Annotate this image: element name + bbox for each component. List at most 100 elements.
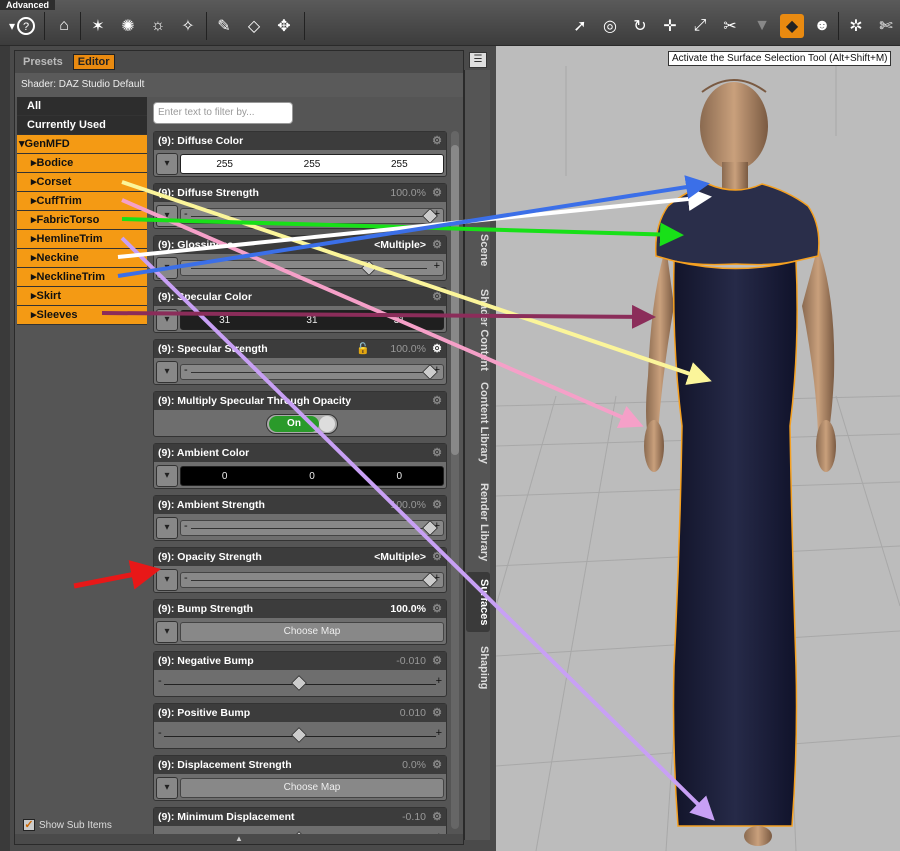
property-value[interactable]: 100.0% — [390, 184, 426, 202]
tab-surfaces[interactable]: Surfaces — [466, 572, 490, 632]
figure-icon[interactable]: ☻ — [810, 14, 834, 38]
slider-knob[interactable] — [361, 260, 377, 276]
select-icon[interactable]: ➚ — [568, 14, 592, 38]
map-dropdown-button[interactable]: ▾ — [156, 621, 178, 643]
color-channel-value[interactable]: 31 — [356, 315, 443, 326]
property-value[interactable]: -0.10 — [402, 808, 426, 826]
value-slider[interactable]: -+ — [180, 520, 444, 536]
gear-icon[interactable]: ⚙ — [432, 392, 442, 410]
tree-item-currently-used[interactable]: Currently Used — [17, 116, 147, 135]
tools-icon[interactable]: ✄ — [874, 14, 898, 38]
color-channel-value[interactable]: 0 — [181, 471, 268, 482]
map-dropdown-button[interactable]: ▾ — [156, 205, 178, 227]
panel-collapse-arrow-icon[interactable]: ▲ — [15, 834, 463, 844]
tab-editor[interactable]: Editor — [72, 54, 115, 70]
sun-icon[interactable]: ☼ — [146, 14, 170, 38]
scroll-thumb[interactable] — [451, 145, 459, 455]
value-slider[interactable]: -+ — [180, 364, 444, 380]
gear-icon[interactable]: ⚙ — [432, 288, 442, 306]
spotlight-icon[interactable]: ✺ — [116, 14, 140, 38]
tab-presets[interactable]: Presets — [23, 56, 63, 68]
surface-selection-icon[interactable]: ◆ — [780, 14, 804, 38]
tab-render-library[interactable]: Render Library — [466, 475, 490, 570]
figure[interactable] — [644, 79, 836, 846]
panel-menu-icon[interactable]: ☰ — [469, 52, 487, 68]
3d-viewport[interactable] — [496, 46, 900, 851]
tab-shader-content[interactable]: Shader Content — [466, 285, 490, 375]
color-channel-value[interactable]: 31 — [268, 315, 355, 326]
tree-item-fabrictorso[interactable]: ▸FabricTorso — [17, 211, 147, 230]
gear-icon[interactable]: ⚙ — [432, 756, 442, 774]
scene-camera-icon[interactable]: ⌂ — [52, 14, 76, 38]
color-channel-value[interactable]: 255 — [356, 159, 443, 170]
slider-knob[interactable] — [291, 727, 307, 743]
color-field[interactable]: 255 255 255 — [180, 154, 444, 174]
color-channel-value[interactable]: 255 — [181, 159, 268, 170]
gear-icon[interactable]: ⚙ — [432, 496, 442, 514]
properties-scrollbar[interactable] — [451, 131, 459, 829]
geometry-icon[interactable]: ▼ — [750, 14, 774, 38]
tree-item-sleeves[interactable]: ▸Sleeves — [17, 306, 147, 325]
gear-icon[interactable]: ⚙ — [432, 444, 442, 462]
property-value[interactable]: <Multiple> — [374, 548, 426, 566]
value-slider[interactable]: -+ — [156, 727, 444, 744]
lock-icon[interactable]: 🔓 — [356, 340, 370, 358]
on-off-toggle[interactable]: On — [266, 414, 338, 434]
dform-icon[interactable]: ✥ — [272, 14, 296, 38]
property-value[interactable]: <Multiple> — [374, 236, 426, 254]
value-slider[interactable]: -+ — [180, 260, 444, 276]
tree-item-hemlinetrim[interactable]: ▸HemlineTrim — [17, 230, 147, 249]
value-slider[interactable]: -+ — [180, 572, 444, 588]
map-dropdown-button[interactable]: ▾ — [156, 361, 178, 383]
tab-content-library[interactable]: Content Library — [466, 375, 490, 470]
tree-item-cufftrim[interactable]: ▸CuffTrim — [17, 192, 147, 211]
property-value[interactable]: 100.0% — [390, 496, 426, 514]
slider-knob[interactable] — [291, 675, 307, 691]
tree-group-genmfd[interactable]: ▾GenMFD — [17, 135, 147, 154]
gear-icon[interactable]: ⚙ — [432, 808, 442, 826]
gear-icon[interactable]: ⚙ — [432, 548, 442, 566]
primitive-icon[interactable]: ◇ — [242, 14, 266, 38]
map-dropdown-button[interactable]: ▾ — [156, 517, 178, 539]
color-field[interactable]: 000 — [180, 466, 444, 486]
color-channel-value[interactable]: 31 — [181, 315, 268, 326]
advanced-tab[interactable]: Advanced — [0, 0, 56, 10]
render-icon[interactable]: ✧ — [176, 14, 200, 38]
gear-icon[interactable]: ⚙ — [432, 236, 442, 254]
map-dropdown-button[interactable]: ▾ — [156, 153, 178, 175]
filter-input[interactable]: Enter text to filter by... — [153, 102, 293, 124]
property-value[interactable]: 100.0% — [390, 340, 426, 358]
translate-icon[interactable]: ✛ — [658, 14, 682, 38]
map-dropdown-button[interactable]: ▾ — [156, 777, 178, 799]
gear-icon[interactable]: ⚙ — [432, 600, 442, 618]
color-field[interactable]: 31 31 31 — [180, 310, 444, 330]
gear-icon[interactable]: ⚙ — [432, 184, 442, 202]
color-channel-value[interactable]: 0 — [356, 471, 443, 482]
paint-icon[interactable]: ✎ — [212, 14, 236, 38]
gear-icon[interactable]: ⚙ — [432, 340, 442, 358]
property-value[interactable]: 0.010 — [400, 704, 426, 722]
tab-scene[interactable]: Scene — [466, 220, 490, 280]
map-dropdown-button[interactable]: ▾ — [156, 569, 178, 591]
map-dropdown-button[interactable]: ▾ — [156, 257, 178, 279]
scale-icon[interactable]: ⤢ — [688, 14, 712, 38]
choose-map-button[interactable]: Choose Map — [180, 622, 444, 642]
gear-icon[interactable]: ⚙ — [432, 132, 442, 150]
gear-icon[interactable]: ⚙ — [432, 652, 442, 670]
property-value[interactable]: 100.0% — [390, 600, 426, 618]
color-channel-value[interactable]: 0 — [268, 471, 355, 482]
choose-map-button[interactable]: Choose Map — [180, 778, 444, 798]
value-slider[interactable]: -+ — [180, 208, 444, 224]
color-channel-value[interactable]: 255 — [268, 159, 355, 170]
show-sub-items-checkbox[interactable]: ✓ — [23, 819, 35, 831]
value-slider[interactable]: -+ — [156, 675, 444, 692]
rotate-icon[interactable]: ↻ — [628, 14, 652, 38]
tree-item-skirt[interactable]: ▸Skirt — [17, 287, 147, 306]
node-icon[interactable]: ✲ — [844, 14, 868, 38]
map-dropdown-button[interactable]: ▾ — [156, 309, 178, 331]
gear-icon[interactable]: ⚙ — [432, 704, 442, 722]
map-dropdown-button[interactable]: ▾ — [156, 465, 178, 487]
property-value[interactable]: 0.0% — [402, 756, 426, 774]
tab-shaping[interactable]: Shaping — [466, 640, 490, 695]
light-icon[interactable]: ✶ — [86, 14, 110, 38]
